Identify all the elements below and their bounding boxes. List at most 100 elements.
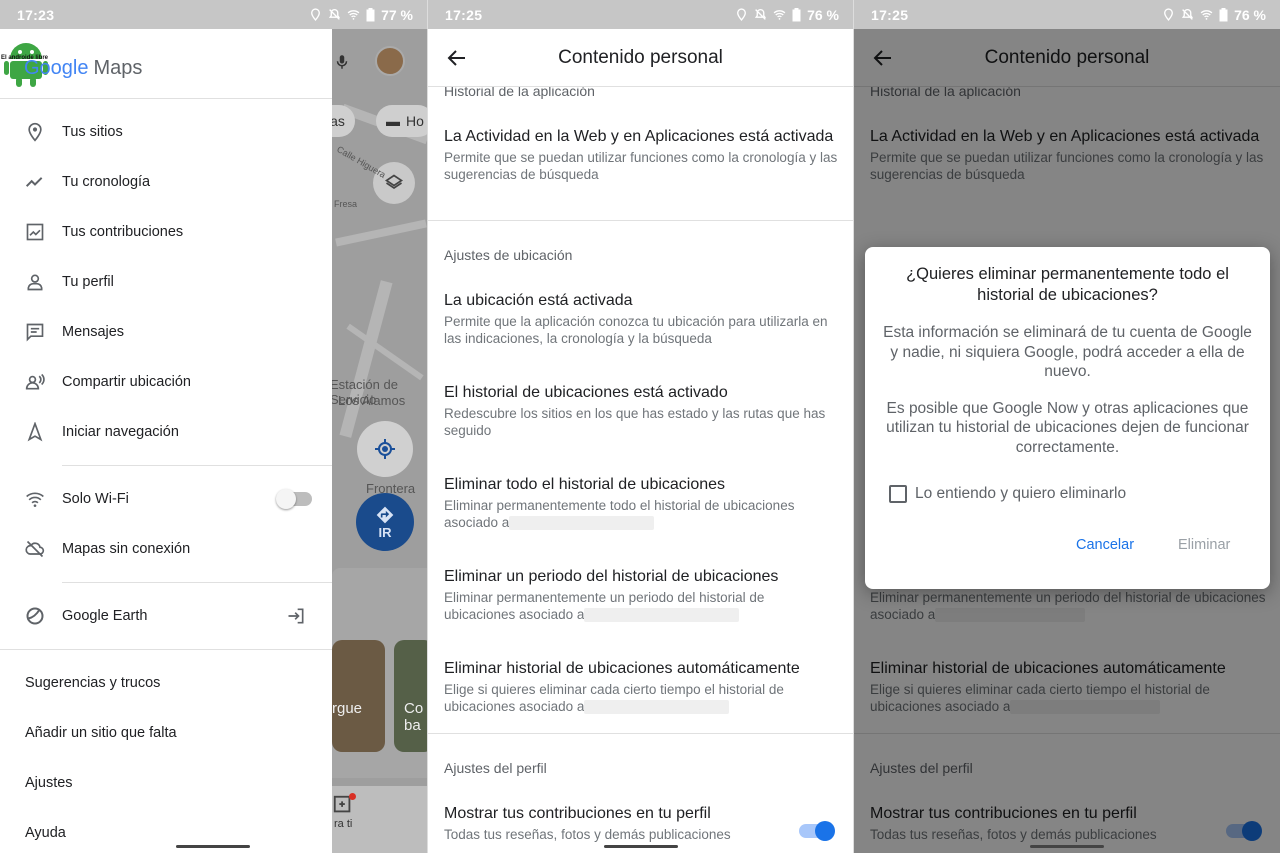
web-activity-row[interactable]: La Actividad en la Web y en Aplicaciones… — [444, 127, 839, 183]
menu-tips[interactable]: Sugerencias y trucos — [25, 675, 160, 691]
status-time: 17:23 — [17, 6, 55, 23]
personal-content-screen: 17:25 76 % Historial de la aplicación La… — [427, 0, 853, 853]
menu-help[interactable]: Ayuda — [25, 825, 66, 841]
location-status-icon — [1164, 8, 1174, 21]
menu-messages[interactable]: Mensajes — [0, 309, 332, 355]
dialog-title: ¿Quieres eliminar permanentemente todo e… — [906, 265, 1229, 304]
my-location-icon — [375, 439, 395, 459]
navigation-icon — [27, 422, 43, 442]
google-maps-logo: Google Maps — [24, 57, 142, 80]
menu-timeline[interactable]: Tu cronología — [0, 159, 332, 205]
timeline-icon — [25, 177, 43, 187]
bottom-sheet[interactable]: rgue Co ba — [332, 568, 427, 778]
row-subtitle: Redescubre los sitios en los que has est… — [444, 406, 826, 438]
redacted-email — [584, 700, 730, 715]
go-button[interactable]: IR — [356, 493, 414, 551]
mute-icon — [1181, 8, 1194, 20]
drawer-divider — [62, 465, 332, 466]
status-time: 17:25 — [871, 6, 909, 23]
account-avatar[interactable] — [375, 46, 405, 76]
row-subtitle: Todas tus reseñas, fotos y demás publica… — [444, 827, 731, 842]
app-bar: Contenido personal — [428, 29, 853, 87]
mic-icon[interactable] — [333, 51, 351, 78]
menu-settings[interactable]: Ajustes — [25, 775, 73, 791]
battery-level: 76 % — [807, 6, 839, 23]
section-app-history: Historial de la aplicación — [444, 87, 595, 99]
dialog-body-1: Esta información se eliminará de tu cuen… — [883, 324, 1252, 380]
drawer-header: El androide libre Google Maps — [0, 29, 332, 99]
logo-google: Google — [24, 57, 89, 79]
pin-icon — [28, 122, 42, 142]
menu-add-missing-place[interactable]: Añadir un sitio que falta — [25, 725, 177, 741]
status-bar: 17:25 76 % — [428, 0, 853, 29]
show-contributions-row[interactable]: Mostrar tus contribuciones en tu perfil … — [444, 804, 839, 843]
logo-maps: Maps — [93, 57, 143, 79]
my-location-button[interactable] — [357, 421, 413, 477]
map-label: Los Alamos — [338, 393, 406, 408]
row-title: Eliminar un periodo del historial de ubi… — [444, 568, 779, 585]
bottom-nav: ra ti — [332, 786, 427, 853]
battery-icon — [1219, 7, 1228, 21]
place-card[interactable]: rgue — [332, 640, 385, 752]
wifi-only-toggle[interactable] — [276, 489, 312, 509]
person-icon — [27, 274, 43, 291]
maps-drawer-screen: cias ▬ Ho Calle Higuera Fresa Estación d… — [0, 0, 427, 853]
row-title: Eliminar todo el historial de ubicacione… — [444, 476, 726, 493]
settings-list: Historial de la aplicación La Actividad … — [428, 87, 853, 853]
hotels-chip[interactable]: ▬ Ho — [376, 105, 427, 137]
section-divider — [428, 733, 853, 734]
delete-button[interactable]: Eliminar — [1178, 537, 1230, 553]
share-location-icon — [25, 373, 45, 390]
gesture-bar — [176, 845, 250, 848]
wifi-icon — [26, 492, 44, 507]
delete-range-history-row[interactable]: Eliminar un periodo del historial de ubi… — [444, 567, 839, 623]
bottom-nav-label[interactable]: ra ti — [334, 818, 352, 830]
show-contributions-toggle[interactable] — [799, 821, 835, 841]
dialog-body-2: Es posible que Google Now y otras aplica… — [886, 399, 1249, 456]
delete-history-dialog-screen: 17:25 76 % Historial de la aplicación La… — [853, 0, 1280, 853]
section-divider — [428, 220, 853, 221]
menu-google-earth[interactable]: Google Earth — [0, 593, 332, 639]
layers-icon — [384, 174, 404, 190]
notification-dot — [349, 793, 356, 800]
battery-icon — [792, 7, 801, 21]
cancel-button[interactable]: Cancelar — [1076, 537, 1134, 553]
row-title: La Actividad en la Web y en Aplicaciones… — [444, 128, 834, 145]
battery-level: 77 % — [381, 6, 413, 23]
directions-icon — [376, 506, 394, 523]
message-icon — [26, 323, 44, 342]
drawer-divider — [0, 649, 332, 650]
menu-wifi-only[interactable]: Solo Wi-Fi — [0, 476, 332, 522]
google-earth-icon — [26, 607, 44, 625]
battery-icon — [366, 7, 375, 21]
auto-delete-history-row[interactable]: Eliminar historial de ubicaciones automá… — [444, 659, 839, 715]
wifi-icon — [1200, 10, 1213, 20]
mute-icon — [328, 8, 341, 20]
menu-contributions[interactable]: Tus contribuciones — [0, 209, 332, 255]
location-on-row[interactable]: La ubicación está activada Permite que l… — [444, 291, 839, 347]
place-card[interactable]: Co ba — [394, 640, 427, 752]
menu-your-places[interactable]: Tus sitios — [0, 109, 332, 155]
menu-share-location[interactable]: Compartir ubicación — [0, 359, 332, 405]
row-title: La ubicación está activada — [444, 292, 633, 309]
contributions-icon — [26, 223, 44, 241]
delete-all-history-row[interactable]: Eliminar todo el historial de ubicacione… — [444, 475, 839, 531]
cloud-off-icon — [25, 540, 45, 558]
status-time: 17:25 — [445, 6, 483, 23]
confirm-checkbox-label: Lo entiendo y quiero eliminarlo — [915, 485, 1127, 502]
menu-profile[interactable]: Tu perfil — [0, 259, 332, 305]
location-history-row[interactable]: El historial de ubicaciones está activad… — [444, 383, 839, 439]
redacted-email — [509, 516, 655, 531]
menu-offline-maps[interactable]: Mapas sin conexión — [0, 526, 332, 572]
menu-start-navigation[interactable]: Iniciar navegación — [0, 409, 332, 455]
page-title: Contenido personal — [558, 46, 723, 68]
hotel-icon: ▬ — [386, 113, 400, 129]
row-subtitle: Permite que se puedan utilizar funciones… — [444, 150, 838, 182]
wifi-icon — [773, 10, 786, 20]
mute-icon — [754, 8, 767, 20]
confirm-checkbox[interactable] — [889, 485, 907, 503]
battery-level: 76 % — [1234, 6, 1266, 23]
row-title: Mostrar tus contribuciones en tu perfil — [444, 805, 711, 822]
map-label: Calle Higuera — [335, 144, 388, 180]
confirm-checkbox-row[interactable]: Lo entiendo y quiero eliminarlo — [889, 485, 1126, 503]
